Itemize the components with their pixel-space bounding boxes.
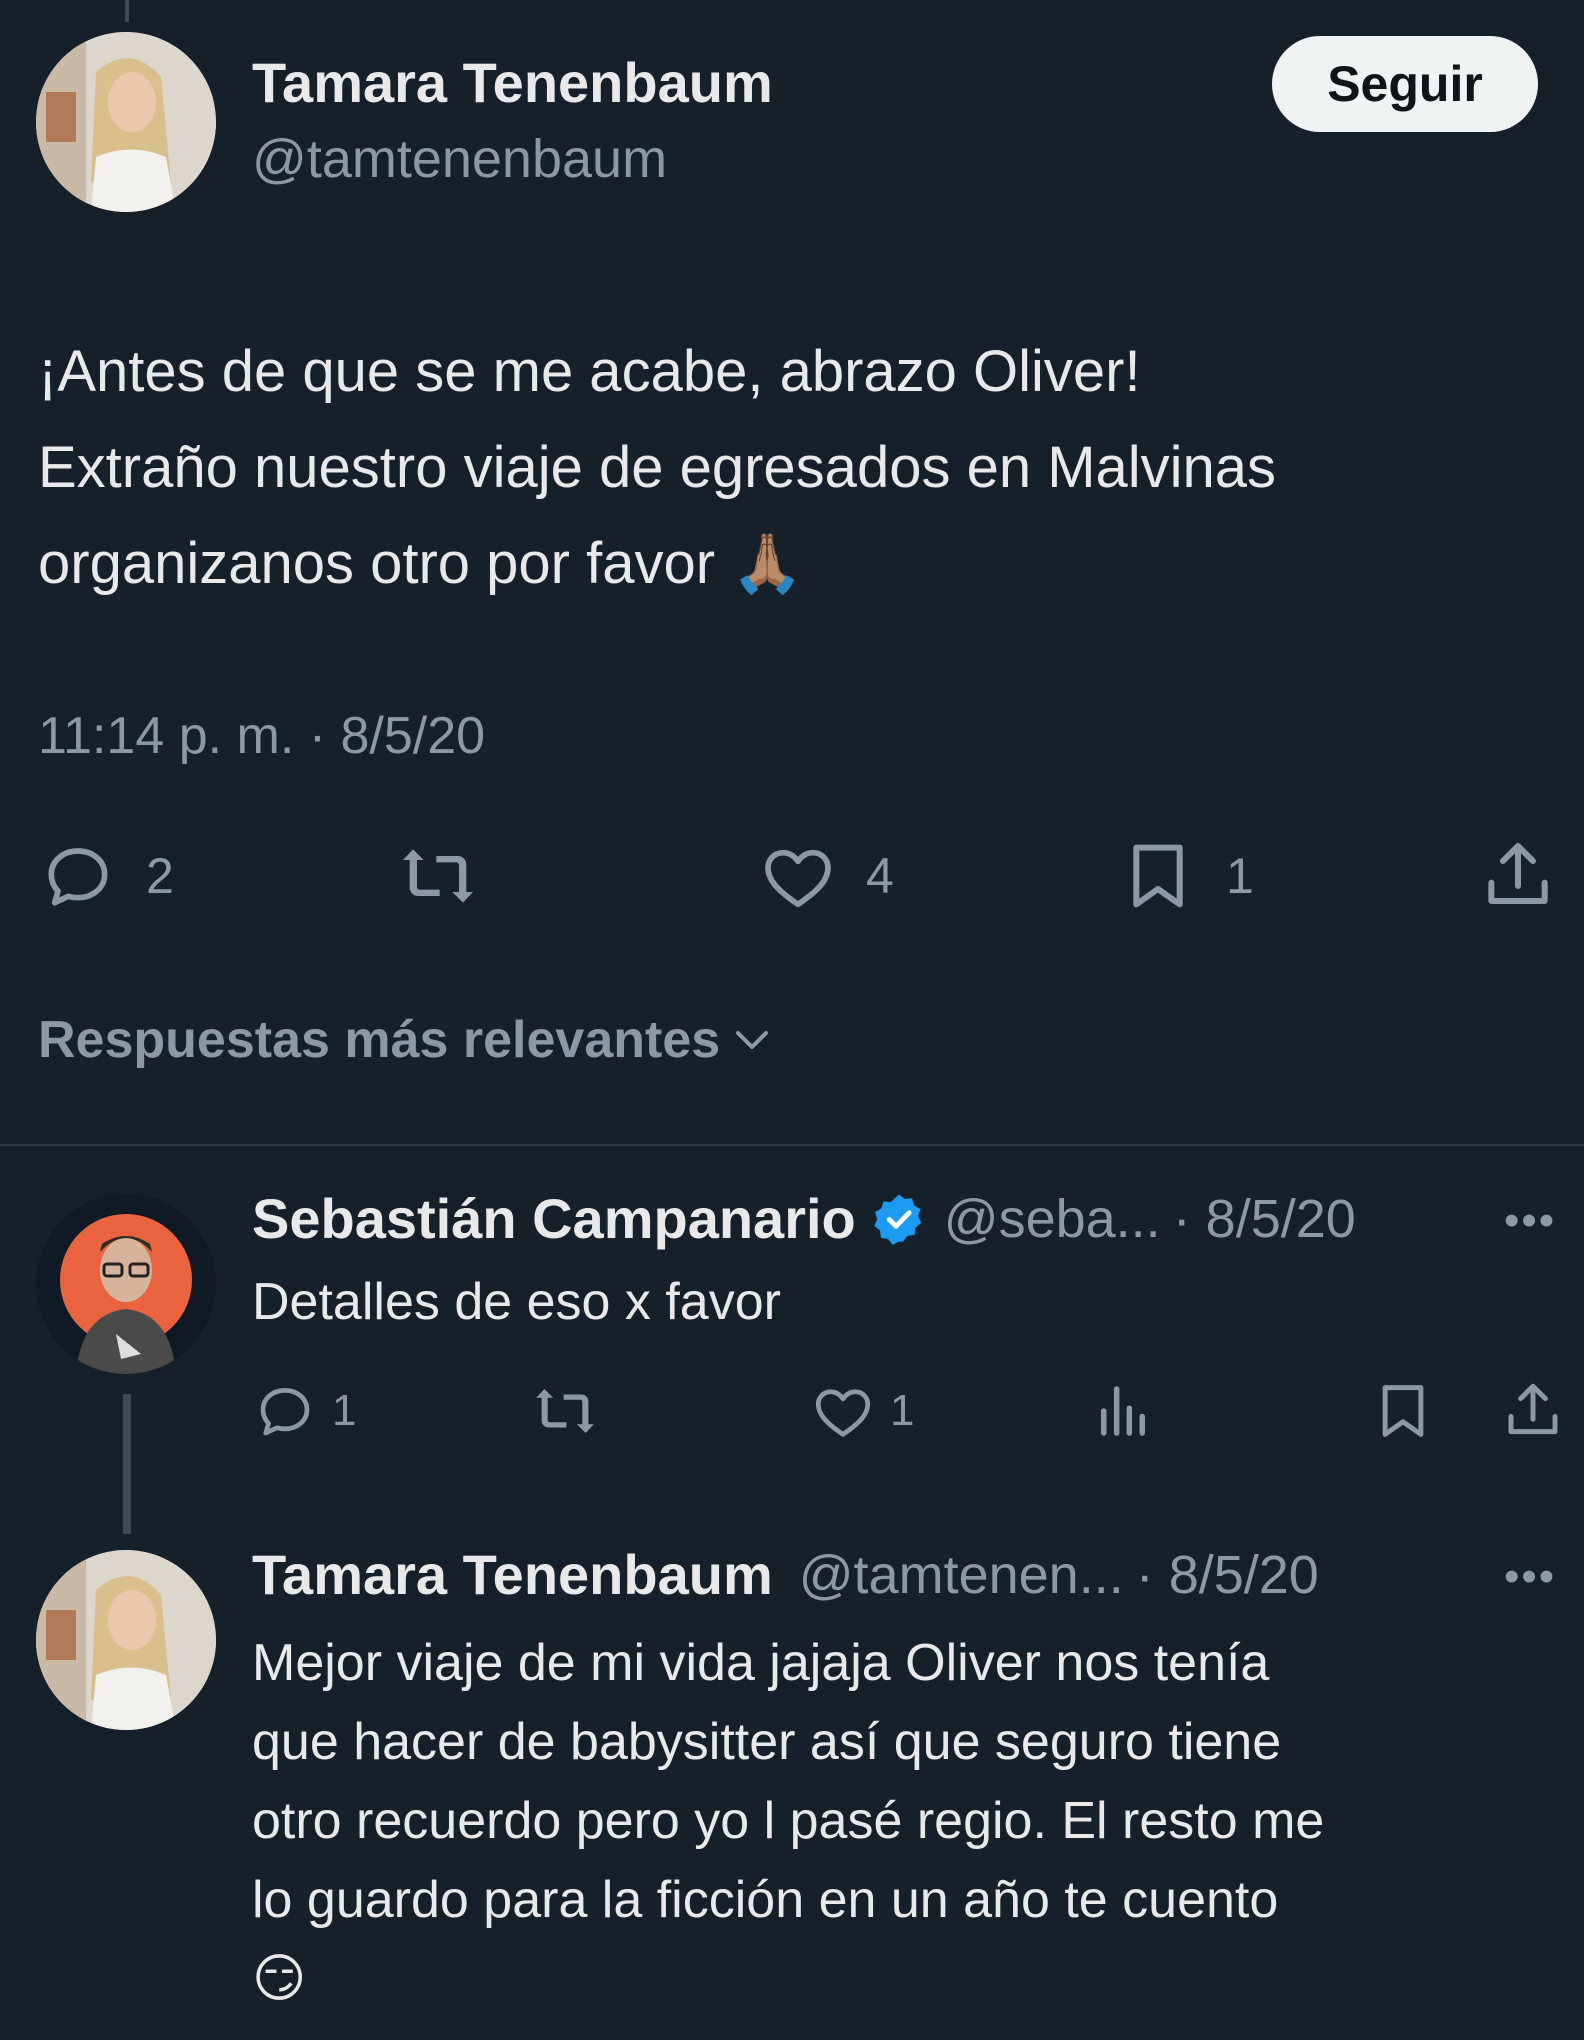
- reply-count: 1: [332, 1386, 357, 1435]
- thread-connector: [123, 1394, 131, 1534]
- reply-author-name[interactable]: Sebastián Campanario: [252, 1186, 856, 1251]
- heart-icon: [815, 1389, 871, 1437]
- reply-sort-dropdown[interactable]: Respuestas más relevantes: [38, 1010, 776, 1070]
- reply-author-handle[interactable]: @tamtenen...: [799, 1544, 1124, 1606]
- reply-text: Mejor viaje de mi vida jajaja Oliver nos…: [252, 1624, 1324, 2019]
- woman-blonde-avatar-icon: [36, 1550, 216, 1730]
- share-icon: [1488, 843, 1548, 904]
- woman-blonde-avatar-icon: [36, 32, 216, 212]
- like-button[interactable]: 1: [810, 1378, 914, 1444]
- author-avatar[interactable]: [36, 32, 216, 212]
- tweet-text: ¡Antes de que se me acabe, abrazo Oliver…: [38, 324, 1558, 612]
- man-glasses-avatar-icon: [36, 1194, 216, 1374]
- more-options-button[interactable]: •••: [1504, 1552, 1556, 1602]
- reply-avatar[interactable]: [36, 1550, 216, 1730]
- tweet-text-line: ¡Antes de que se me acabe, abrazo Oliver…: [38, 339, 1141, 404]
- tweet-text-line: Extraño nuestro viaje de egresados en Ma…: [38, 435, 1277, 500]
- retweet-button[interactable]: [396, 836, 480, 916]
- share-icon: [1508, 1383, 1558, 1435]
- more-options-button[interactable]: •••: [1504, 1196, 1556, 1246]
- reply-text-line: Mejor viaje de mi vida jajaja Oliver nos…: [252, 1634, 1270, 1692]
- reply-text-line: lo guardo para la ficción en un año te c…: [252, 1871, 1279, 1929]
- like-count: 4: [866, 848, 894, 904]
- reply-text-line: que hacer de babysitter así que seguro t…: [252, 1713, 1282, 1771]
- reply-icon: [260, 1388, 310, 1436]
- reply-text-line: otro recuerdo pero yo l pasé regio. El r…: [252, 1792, 1325, 1850]
- heart-icon: [765, 849, 831, 908]
- views-button[interactable]: [1090, 1378, 1156, 1444]
- divider: [0, 1144, 1584, 1146]
- chevron-down-icon: [736, 1031, 769, 1049]
- reply-icon: [48, 848, 108, 906]
- like-count: 1: [890, 1386, 915, 1435]
- tweet-text-line: organizanos otro por favor 🙏🏽: [38, 531, 804, 596]
- bookmark-icon: [1382, 1385, 1424, 1437]
- like-button[interactable]: 4: [758, 836, 894, 916]
- reply-author-name[interactable]: Tamara Tenenbaum: [252, 1542, 773, 1607]
- reply-text: Detalles de eso x favor: [252, 1273, 781, 1331]
- author-name[interactable]: Tamara Tenenbaum: [252, 50, 773, 115]
- bookmark-button[interactable]: [1370, 1378, 1436, 1444]
- verified-badge-icon: [874, 1193, 921, 1245]
- reply-button[interactable]: 1: [252, 1378, 356, 1444]
- share-button[interactable]: [1478, 836, 1558, 916]
- bookmark-count: 1: [1226, 848, 1254, 904]
- follow-button[interactable]: Seguir: [1272, 36, 1538, 132]
- tweet-timestamp[interactable]: 11:14 p. m. · 8/5/20: [38, 706, 485, 766]
- retweet-icon: [403, 849, 473, 903]
- retweet-icon: [536, 1389, 594, 1433]
- reply-author-handle[interactable]: @seba...: [944, 1188, 1161, 1250]
- reply-date[interactable]: · 8/5/20: [1136, 1544, 1319, 1606]
- reply-button[interactable]: 2: [38, 836, 174, 916]
- reply-header: Tamara Tenenbaum @tamtenen... · 8/5/20: [252, 1542, 1319, 1607]
- bookmark-icon: [1133, 844, 1183, 908]
- author-handle[interactable]: @tamtenenbaum: [252, 128, 667, 190]
- bar-chart-icon: [1101, 1386, 1145, 1436]
- reply-header: Sebastián Campanario @seba... · 8/5/20: [252, 1186, 1356, 1251]
- reply-date[interactable]: · 8/5/20: [1173, 1188, 1356, 1250]
- bookmark-button[interactable]: 1: [1118, 836, 1254, 916]
- reply-avatar[interactable]: [36, 1194, 216, 1374]
- reply-count: 2: [146, 848, 174, 904]
- sort-label: Respuestas más relevantes: [38, 1011, 721, 1069]
- retweet-button[interactable]: [530, 1378, 600, 1444]
- reply-text-line: 😏: [252, 1950, 307, 2008]
- share-button[interactable]: [1500, 1378, 1566, 1444]
- thread-connector-top: [125, 0, 129, 22]
